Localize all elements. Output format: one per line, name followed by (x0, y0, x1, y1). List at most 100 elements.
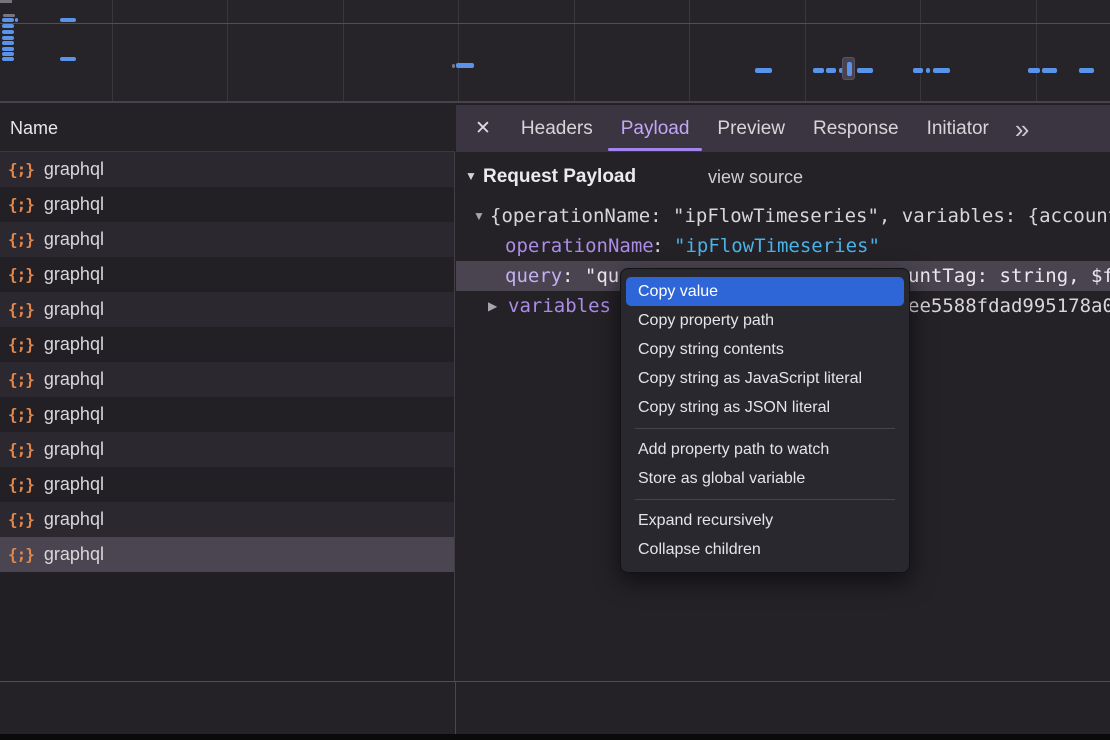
json-braces-icon: {;} (8, 335, 34, 354)
json-braces-icon: {;} (8, 265, 34, 284)
request-row[interactable]: {;} graphql (0, 152, 454, 187)
request-row[interactable]: {;}graphql (0, 222, 454, 257)
window-bottom-edge (0, 734, 1110, 740)
overview-gridline (574, 0, 575, 103)
request-row[interactable]: {;} graphql (0, 362, 454, 397)
overview-scroll-tick (0, 0, 12, 3)
expand-triangle-icon[interactable]: ▼ (473, 201, 485, 231)
menu-item-copy-string-as-javascript-literal[interactable]: Copy string as JavaScript literal (626, 364, 904, 393)
overview-gridline (343, 0, 344, 103)
request-row[interactable]: {;}graphql (0, 432, 454, 467)
name-column-label: Name (10, 118, 58, 139)
view-source-link[interactable]: view source (708, 162, 803, 192)
menu-item-add-property-path-to-watch[interactable]: Add property path to watch (626, 435, 904, 464)
request-name-label: graphql (44, 404, 104, 425)
waterfall-bar (933, 68, 950, 73)
json-braces-icon: {;} (8, 160, 34, 179)
menu-item-expand-recursively[interactable]: Expand recursively (626, 506, 904, 535)
json-braces-icon: {;} (8, 545, 34, 564)
menu-item-copy-string-contents[interactable]: Copy string contents (626, 335, 904, 364)
menu-separator (635, 428, 895, 429)
overview-gridline (1036, 0, 1037, 103)
payload-tree-text: operationName (505, 231, 654, 261)
expand-triangle-icon[interactable]: ▶ (488, 291, 497, 321)
waterfall-bar (2, 57, 14, 61)
request-row[interactable]: {;} graphql (0, 467, 454, 502)
request-name-label: graphql (44, 264, 104, 285)
payload-tree-row[interactable]: ▼{operationName: "ipFlowTimeseries", var… (456, 201, 1110, 231)
json-braces-icon: {;} (8, 510, 34, 529)
tabs-container: HeadersPayloadPreviewResponseInitiator (507, 105, 1003, 152)
request-row[interactable]: {;} graphql (0, 502, 454, 537)
waterfall-bar (15, 18, 18, 22)
tab-payload[interactable]: Payload (607, 105, 704, 152)
waterfall-bar (826, 68, 836, 73)
overview-gridline (0, 23, 1110, 24)
waterfall-bar (2, 18, 14, 22)
request-payload-section-header[interactable]: ▼ Request Payload view source (456, 162, 1110, 192)
menu-item-store-as-global-variable[interactable]: Store as global variable (626, 464, 904, 493)
request-list: {;} graphql {;} graphql {;} graphql {;} graphql… (0, 152, 455, 681)
request-row[interactable]: {;}graphql (0, 537, 454, 572)
close-icon[interactable]: ✕ (475, 117, 491, 140)
request-name-label: graphql (44, 159, 104, 180)
json-braces-icon: {;} (8, 370, 34, 389)
network-overview-timeline[interactable] (0, 0, 1110, 103)
name-column-header[interactable]: Name (0, 105, 455, 152)
request-row[interactable]: {;} graphql (0, 257, 454, 292)
devtools-network-panel: Name ✕ HeadersPayloadPreviewResponseInit… (0, 0, 1110, 740)
tab-response[interactable]: Response (799, 105, 913, 152)
menu-item-collapse-children[interactable]: Collapse children (626, 535, 904, 564)
more-tabs-icon[interactable]: » (1015, 116, 1029, 142)
collapse-triangle-icon[interactable]: ▼ (465, 169, 477, 183)
detail-tab-bar: ✕ HeadersPayloadPreviewResponseInitiator… (456, 105, 1110, 152)
request-name-label: graphql (44, 474, 104, 495)
payload-tree-text: : (652, 231, 675, 261)
waterfall-bar (60, 57, 76, 61)
request-row[interactable]: {;} graphql (0, 327, 454, 362)
overview-gridline (458, 0, 459, 103)
payload-tree-row[interactable]: operationName: "ipFlowTimeseries" (456, 231, 1110, 261)
waterfall-bar (1028, 68, 1040, 73)
waterfall-bar (2, 24, 14, 28)
menu-separator (635, 499, 895, 500)
waterfall-bar (755, 68, 772, 73)
menu-item-copy-string-as-json-literal[interactable]: Copy string as JSON literal (626, 393, 904, 422)
json-braces-icon: {;} (8, 230, 34, 249)
payload-tree-text: {operationName: "ipFlowTimeseries", vari… (490, 201, 1110, 231)
waterfall-bar (2, 41, 14, 45)
waterfall-bar (926, 68, 930, 73)
json-braces-icon: {;} (8, 300, 34, 319)
payload-tree-text: "ipFlowTimeseries" (674, 231, 880, 261)
json-braces-icon: {;} (8, 405, 34, 424)
menu-item-copy-property-path[interactable]: Copy property path (626, 306, 904, 335)
menu-item-copy-value[interactable]: Copy value (626, 277, 904, 306)
tab-initiator[interactable]: Initiator (913, 105, 1003, 152)
section-title: Request Payload (483, 162, 636, 192)
pane-divider (455, 682, 456, 735)
request-name-label: graphql (44, 509, 104, 530)
waterfall-bar (913, 68, 923, 73)
overview-selected-request-marker (842, 57, 855, 80)
waterfall-bar (60, 18, 76, 22)
payload-tree-text: variables (508, 291, 611, 321)
request-row[interactable]: {;} graphql (0, 397, 454, 432)
waterfall-bar (456, 63, 474, 68)
request-name-label: graphql (44, 299, 104, 320)
payload-tree-text: ee5588fdad995178a0 (908, 291, 1110, 321)
overview-gridline (689, 0, 690, 103)
payload-tree-text: : "qu (562, 261, 619, 291)
request-name-label: graphql (44, 334, 104, 355)
context-menu: Copy valueCopy property pathCopy string … (620, 268, 910, 573)
request-row[interactable]: {;}graphql (0, 187, 454, 222)
request-row[interactable]: {;} graphql (0, 292, 454, 327)
waterfall-bar (2, 36, 14, 40)
tab-headers[interactable]: Headers (507, 105, 607, 152)
waterfall-bar (1079, 68, 1094, 73)
request-name-label: graphql (44, 369, 104, 390)
waterfall-bar (2, 52, 14, 56)
waterfall-bar (813, 68, 824, 73)
waterfall-bar (1042, 68, 1057, 73)
tab-preview[interactable]: Preview (703, 105, 799, 152)
json-braces-icon: {;} (8, 475, 34, 494)
